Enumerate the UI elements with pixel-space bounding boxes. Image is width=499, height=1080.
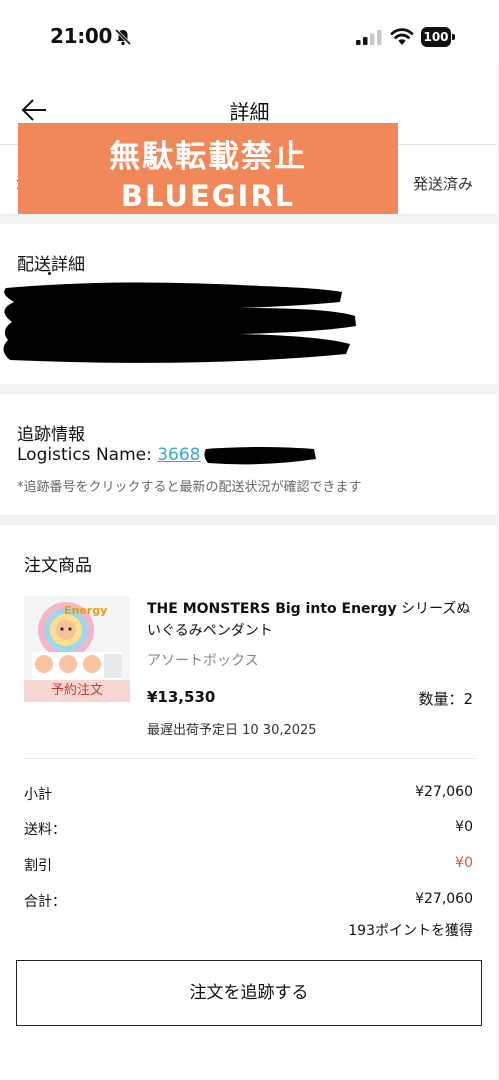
shipping-value: ¥0 <box>455 819 473 835</box>
battery-icon: 100 <box>421 27 455 47</box>
total-value: ¥27,060 <box>415 891 473 907</box>
shipping-label: 送料： <box>24 822 66 838</box>
status-time: 21:00 <box>50 24 113 48</box>
page-title: 詳細 <box>229 100 270 124</box>
logistics-line: Logistics Name: 3668 <box>17 445 201 465</box>
product-image[interactable]: Energy 予約注文 <box>24 596 130 702</box>
product-name[interactable]: THE MONSTERS Big into Energy シリーズぬいぐるみペン… <box>147 598 477 642</box>
product-name-latin: THE MONSTERS Big into Energy <box>147 601 397 617</box>
watermark: 無駄転載禁止 BLUEGIRL <box>18 123 398 219</box>
section-separator <box>0 515 499 525</box>
watermark-line2: BLUEGIRL <box>120 179 296 213</box>
discount-value: ¥0 <box>455 855 473 871</box>
product-quantity: 数量：2 <box>418 690 473 708</box>
bell-off-icon <box>114 28 132 46</box>
track-order-button[interactable]: 注文を追跡する <box>16 960 482 1026</box>
tracking-note: *追跡番号をクリックすると最新の配送状況が確認できます <box>17 480 362 495</box>
subtotal-label: 小計 <box>24 787 52 803</box>
wifi-icon <box>390 28 414 45</box>
order-status-value: 発送済み <box>412 175 473 193</box>
product-price: ¥13,530 <box>147 688 216 706</box>
points-earned: 193ポイントを獲得 <box>348 923 473 939</box>
product-variant: アソートボックス <box>147 653 259 669</box>
preorder-badge: 予約注文 <box>24 680 130 702</box>
section-separator <box>0 214 499 224</box>
battery-level: 100 <box>421 27 451 47</box>
delivery-title: 配送詳細 <box>17 255 85 275</box>
dot <box>48 272 51 275</box>
tracking-number-link[interactable]: 3668 <box>157 445 200 465</box>
items-title: 注文商品 <box>24 556 92 576</box>
ship-date: 最遅出荷予定日 10 30,2025 <box>147 723 317 738</box>
signal-icon <box>356 30 382 45</box>
watermark-line1: 無駄転載禁止 <box>109 139 307 175</box>
summary-divider <box>24 758 475 759</box>
subtotal-value: ¥27,060 <box>415 784 473 800</box>
redacted-tracking-number <box>204 447 316 465</box>
section-separator <box>0 384 499 394</box>
product-image-brand: Energy <box>64 604 108 617</box>
total-label: 合計： <box>24 894 66 910</box>
tracking-title: 追跡情報 <box>17 425 85 445</box>
redacted-address <box>3 282 356 363</box>
logistics-label: Logistics Name: <box>17 445 158 465</box>
discount-label: 割引 <box>24 858 52 874</box>
